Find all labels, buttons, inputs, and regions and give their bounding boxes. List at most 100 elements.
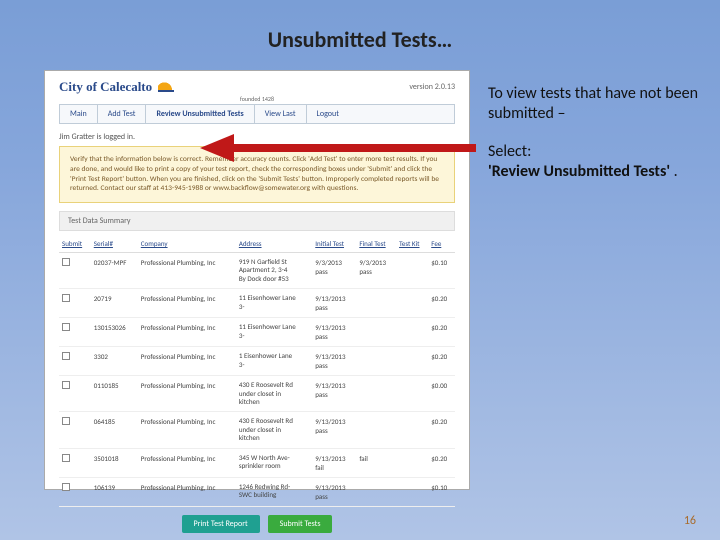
cell-company: Professional Plumbing, Inc <box>138 253 236 289</box>
cell-initial: 9/13/2013pass <box>312 347 356 376</box>
cell-serial: 106139 <box>91 477 138 506</box>
cell-final <box>356 318 396 347</box>
page-number: 16 <box>684 514 696 528</box>
cell-initial: 9/13/2013pass <box>312 318 356 347</box>
submit-checkbox[interactable] <box>62 323 70 331</box>
table-row: 0110185Professional Plumbing, Inc430 E R… <box>59 376 455 412</box>
cell-initial: 9/13/2013pass <box>312 477 356 506</box>
cell-serial: 130153026 <box>91 318 138 347</box>
cell-kit <box>396 376 428 412</box>
cell-initial: 9/13/2013pass <box>312 289 356 318</box>
cell-company: Professional Plumbing, Inc <box>138 477 236 506</box>
sun-icon <box>158 82 174 92</box>
nav-add-test[interactable]: Add Test <box>98 105 147 123</box>
nav-main[interactable]: Main <box>60 105 98 123</box>
col-serial[interactable]: Serial# <box>91 235 138 253</box>
cell-serial: 3302 <box>91 347 138 376</box>
cell-address: 430 E Roosevelt Rdunder closet inkitchen <box>236 376 312 412</box>
submit-tests-button[interactable]: Submit Tests <box>268 515 333 533</box>
table-row: 3302Professional Plumbing, Inc1 Eisenhow… <box>59 347 455 376</box>
nav-review-unsubmitted[interactable]: Review Unsubmitted Tests <box>146 105 254 123</box>
cell-final: fail <box>356 448 396 477</box>
col-final[interactable]: Final Test <box>356 235 396 253</box>
cell-company: Professional Plumbing, Inc <box>138 376 236 412</box>
table-row: 130153026Professional Plumbing, Inc11 Ei… <box>59 318 455 347</box>
print-report-button[interactable]: Print Test Report <box>182 515 260 533</box>
cell-fee: $0.20 <box>428 448 455 477</box>
submit-checkbox[interactable] <box>62 352 70 360</box>
cell-initial: 9/3/2013pass <box>312 253 356 289</box>
cell-kit <box>396 477 428 506</box>
col-company[interactable]: Company <box>138 235 236 253</box>
logged-in-label: Jim Gratter is logged in. <box>59 132 455 142</box>
founded-label: founded 1428 <box>240 95 274 103</box>
cell-address: 1246 Redwing Rd-SWC building <box>236 477 312 506</box>
cell-kit <box>396 318 428 347</box>
col-initial[interactable]: Initial Test <box>312 235 356 253</box>
tests-table: Submit Serial# Company Address Initial T… <box>59 235 455 507</box>
cell-final <box>356 347 396 376</box>
cell-company: Professional Plumbing, Inc <box>138 448 236 477</box>
cell-fee: $0.20 <box>428 289 455 318</box>
cell-address: 1 Eisenhower Lane3- <box>236 347 312 376</box>
submit-checkbox[interactable] <box>62 417 70 425</box>
cell-kit <box>396 289 428 318</box>
cell-serial: 3501018 <box>91 448 138 477</box>
cell-kit <box>396 412 428 448</box>
col-fee[interactable]: Fee <box>428 235 455 253</box>
cell-fee: $0.00 <box>428 376 455 412</box>
cell-serial: 20719 <box>91 289 138 318</box>
table-row: 20719Professional Plumbing, Inc11 Eisenh… <box>59 289 455 318</box>
cell-fee: $0.10 <box>428 477 455 506</box>
cell-company: Professional Plumbing, Inc <box>138 289 236 318</box>
cell-kit <box>396 253 428 289</box>
cell-fee: $0.10 <box>428 253 455 289</box>
table-row: 106139Professional Plumbing, Inc1246 Red… <box>59 477 455 506</box>
cell-kit <box>396 347 428 376</box>
slide-title: Unsubmitted Tests… <box>0 0 720 53</box>
cell-address: 919 N Garfield StApartment 2, 3-4By Dock… <box>236 253 312 289</box>
cell-final <box>356 477 396 506</box>
cell-address: 345 W North Ave-sprinkler room <box>236 448 312 477</box>
cell-final <box>356 412 396 448</box>
submit-checkbox[interactable] <box>62 258 70 266</box>
cell-fee: $0.20 <box>428 318 455 347</box>
cell-serial: 064185 <box>91 412 138 448</box>
nav-view-last[interactable]: View Last <box>255 105 307 123</box>
cell-initial: 9/13/2013fail <box>312 448 356 477</box>
cell-company: Professional Plumbing, Inc <box>138 318 236 347</box>
cell-serial: 02037-MPF <box>91 253 138 289</box>
section-header: Test Data Summary <box>59 211 455 231</box>
cell-kit <box>396 448 428 477</box>
notice-box: Verify that the information below is cor… <box>59 146 455 203</box>
cell-final <box>356 376 396 412</box>
cell-address: 11 Eisenhower Lane3- <box>236 289 312 318</box>
col-kit[interactable]: Test Kit <box>396 235 428 253</box>
instruction-text: To view tests that have not been submitt… <box>488 84 698 200</box>
submit-checkbox[interactable] <box>62 381 70 389</box>
col-submit[interactable]: Submit <box>59 235 91 253</box>
nav-logout[interactable]: Logout <box>307 105 349 123</box>
top-nav: Main Add Test Review Unsubmitted Tests V… <box>59 104 455 124</box>
cell-address: 11 Eisenhower Lane3- <box>236 318 312 347</box>
submit-checkbox[interactable] <box>62 483 70 491</box>
cell-company: Professional Plumbing, Inc <box>138 347 236 376</box>
table-row: 3501018Professional Plumbing, Inc345 W N… <box>59 448 455 477</box>
table-row: 02037-MPFProfessional Plumbing, Inc919 N… <box>59 253 455 289</box>
table-row: 064185Professional Plumbing, Inc430 E Ro… <box>59 412 455 448</box>
cell-serial: 0110185 <box>91 376 138 412</box>
cell-final <box>356 289 396 318</box>
version-label: version 2.0.13 <box>409 82 455 92</box>
city-logo: City of Calecalto <box>59 79 174 95</box>
cell-initial: 9/13/2013pass <box>312 412 356 448</box>
cell-initial: 9/13/2013pass <box>312 376 356 412</box>
col-address[interactable]: Address <box>236 235 312 253</box>
cell-fee: $0.20 <box>428 347 455 376</box>
cell-fee: $0.20 <box>428 412 455 448</box>
submit-checkbox[interactable] <box>62 454 70 462</box>
cell-final: 9/3/2013pass <box>356 253 396 289</box>
cell-address: 430 E Roosevelt Rdunder closet inkitchen <box>236 412 312 448</box>
submit-checkbox[interactable] <box>62 294 70 302</box>
cell-company: Professional Plumbing, Inc <box>138 412 236 448</box>
app-screenshot: City of Calecalto version 2.0.13 founded… <box>44 70 470 490</box>
